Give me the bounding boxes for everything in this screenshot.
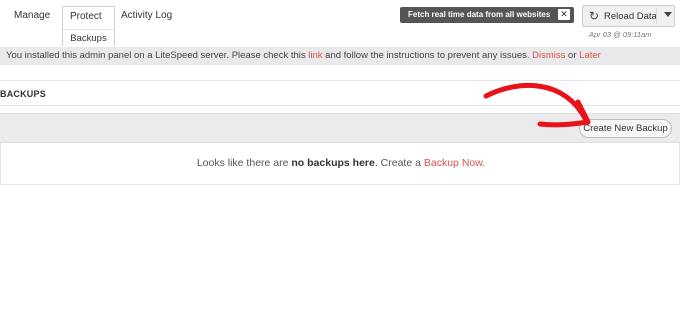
tab-protect[interactable]: Protect Backups [62,6,115,46]
notice-link[interactable]: link [308,50,322,61]
fetch-data-tooltip: Fetch real time data from all websites [400,7,574,23]
submenu-backups[interactable]: Backups [63,29,114,44]
close-icon[interactable]: ✕ [558,9,570,20]
refresh-icon: ↻ [589,9,600,23]
empty-text-bold: no backups here [291,157,375,169]
tab-protect-label[interactable]: Protect [70,11,102,22]
fetch-data-tooltip-text: Fetch real time data from all websites [408,10,551,19]
litespeed-notice: You installed this admin panel on a Lite… [0,47,680,65]
reload-divider [656,8,657,24]
annotation-arrow-icon [483,82,591,128]
backup-now-link[interactable]: Backup Now [424,157,482,169]
backups-empty-state: Looks like there are no backups here. Cr… [0,143,680,185]
reload-data-label: Reload Data [604,11,657,22]
later-link[interactable]: Later [579,50,601,61]
reload-data-button[interactable]: ↻ Reload Data [582,5,675,27]
top-nav: Manage Protect Backups Activity Log Fetc… [0,0,680,46]
tab-activity-log[interactable]: Activity Log [121,10,172,21]
last-sync-timestamp: Apr 03 @ 09:11am [589,30,652,39]
empty-state-message: Looks like there are no backups here. Cr… [1,157,680,169]
chevron-down-icon[interactable] [664,12,672,17]
notice-text: You installed this admin panel on a Lite… [6,50,309,61]
empty-text: Looks like there are [196,157,292,169]
page-title: BACKUPS [0,89,46,99]
tab-manage[interactable]: Manage [14,10,50,21]
empty-text-end: . [482,157,486,169]
dismiss-link[interactable]: Dismiss [532,50,565,61]
notice-text-middle: and follow the instructions to prevent a… [322,50,533,61]
notice-or: or [565,50,580,61]
empty-text-middle: . Create a [374,157,424,169]
